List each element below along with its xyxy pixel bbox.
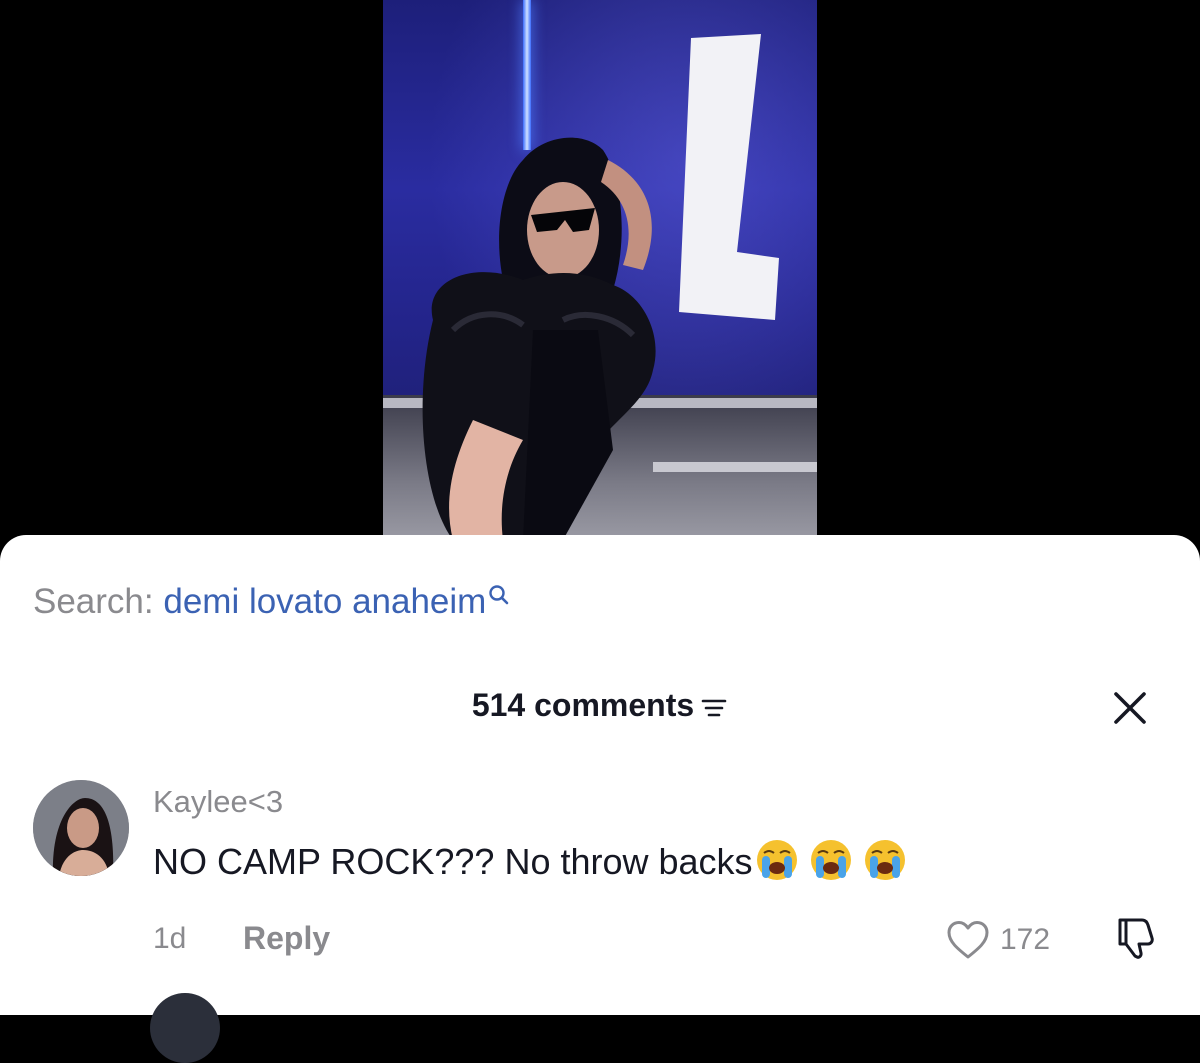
video-frame[interactable] bbox=[383, 0, 817, 540]
search-prefix-label: Search: bbox=[33, 582, 154, 621]
avatar[interactable] bbox=[33, 780, 129, 876]
video-player[interactable] bbox=[0, 0, 1200, 560]
comments-header: 514 comments bbox=[0, 684, 1200, 726]
avatar-image bbox=[33, 780, 129, 876]
performer-figure bbox=[422, 137, 656, 540]
loudly-crying-face-icon bbox=[864, 840, 905, 880]
reply-button[interactable]: Reply bbox=[243, 918, 330, 958]
dislike-icon[interactable] bbox=[1110, 914, 1158, 962]
close-icon[interactable] bbox=[1106, 684, 1154, 732]
like-count: 172 bbox=[1000, 923, 1051, 956]
loudly-crying-face-icon bbox=[810, 840, 851, 880]
comment-body: NO CAMP ROCK??? No throw backs bbox=[153, 838, 907, 885]
comment-count-label: 514 comments bbox=[471, 687, 695, 723]
comment-username[interactable]: Kaylee<3 bbox=[153, 783, 283, 821]
search-icon[interactable] bbox=[488, 584, 510, 606]
search-query-link[interactable]: demi lovato anaheim bbox=[163, 582, 486, 621]
loudly-crying-face-icon bbox=[756, 840, 797, 880]
comment-timestamp: 1d bbox=[153, 922, 187, 955]
next-comment-avatar[interactable] bbox=[150, 993, 220, 1063]
heart-icon[interactable] bbox=[946, 920, 990, 960]
like-button[interactable]: 172 bbox=[946, 916, 1050, 964]
sort-filter-icon[interactable] bbox=[700, 696, 728, 720]
comment-text: NO CAMP ROCK??? No throw backs bbox=[153, 841, 753, 882]
search-suggestion[interactable]: Search: demi lovato anaheim bbox=[33, 582, 510, 622]
